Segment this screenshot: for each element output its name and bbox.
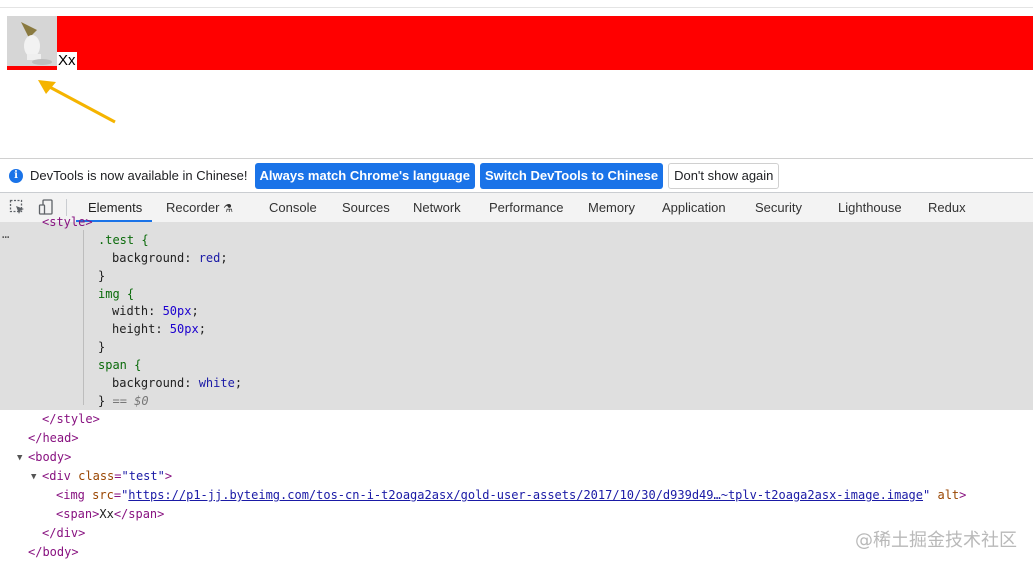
css-decl-bg-red: background: red;: [112, 249, 228, 267]
tab-application[interactable]: Application: [662, 193, 726, 222]
figure-image: [7, 16, 57, 66]
body-close-text: </body>: [28, 545, 79, 559]
flask-icon: ⚗: [223, 203, 233, 215]
css-rule-img: img {: [98, 285, 134, 303]
tab-console[interactable]: Console: [269, 193, 317, 222]
css-close-1: }: [98, 269, 106, 283]
span-tag-line[interactable]: <span>Xx</span>: [56, 505, 164, 523]
css-img-selector: img {: [98, 287, 135, 301]
test-div: Xx: [7, 16, 1033, 70]
div-tag-name: <div: [42, 469, 71, 483]
expand-body-triangle[interactable]: ▼: [17, 453, 22, 463]
img-tag-line[interactable]: <img src= "https://p1-jj.byteimg.com/tos-…: [56, 486, 966, 504]
body-open-text: <body>: [28, 450, 72, 464]
css-decl-height: height: 50px;: [112, 320, 206, 338]
css-value: 50px: [169, 322, 199, 336]
css-close-2: }: [98, 340, 106, 354]
more-options-icon[interactable]: ⋯: [2, 230, 9, 244]
infobar-message: DevTools is now available in Chinese!: [30, 168, 248, 183]
elements-dom-tree: ⋯ <style> .test { background: red; } img…: [0, 215, 1033, 568]
tab-recorder[interactable]: Recorder ⚗: [166, 193, 233, 222]
info-icon: i: [9, 168, 23, 183]
css-prop: width:: [112, 304, 163, 318]
css-close-3: } == $0: [98, 392, 149, 410]
div-class-value: "test": [121, 469, 165, 483]
css-value: 50px: [162, 304, 192, 318]
img-src-link[interactable]: https://p1-jj.byteimg.com/tos-cn-i-t2oag…: [128, 488, 923, 502]
css-rule-test: .test {: [98, 231, 149, 249]
watermark: @稀土掘金技术社区: [855, 530, 1017, 551]
tab-redux[interactable]: Redux: [928, 193, 966, 222]
tab-recorder-label: Recorder: [166, 200, 220, 215]
equals: =: [114, 469, 122, 483]
equals: =: [113, 488, 122, 502]
tag-close: >: [164, 469, 173, 483]
switch-to-chinese-button[interactable]: Switch DevTools to Chinese: [479, 162, 664, 189]
body-open-tag[interactable]: <body>: [28, 448, 71, 466]
dont-show-again-button[interactable]: Don't show again: [668, 162, 780, 189]
selection-gutter: [83, 230, 84, 405]
devtools-tabbar: Elements Recorder ⚗ Console Sources Netw…: [0, 192, 1033, 223]
css-decl-bg-white: background: white;: [112, 374, 242, 392]
css-prop: background:: [112, 376, 199, 390]
style-open-text: <style>: [42, 215, 93, 229]
css-prop: background:: [112, 251, 199, 265]
semicolon: ;: [191, 304, 199, 318]
expand-div-triangle[interactable]: ▼: [31, 472, 36, 482]
page-viewport: Xx: [0, 8, 1033, 158]
test-span: Xx: [57, 52, 77, 70]
head-close-text: </head>: [28, 431, 79, 445]
css-decl-width: width: 50px;: [112, 302, 199, 320]
img-tag-name: <img: [56, 488, 85, 502]
head-close-tag[interactable]: </head>: [28, 429, 79, 447]
selected-node-marker: == $0: [112, 394, 149, 408]
semicolon: ;: [220, 251, 228, 265]
div-close-tag[interactable]: </div>: [42, 524, 85, 542]
css-rule-span: span {: [98, 356, 141, 374]
css-test-selector: .test {: [98, 233, 149, 247]
css-value: red: [198, 251, 221, 265]
div-close-text: </div>: [42, 526, 86, 540]
annotation-arrow: [38, 80, 116, 124]
style-open-tag[interactable]: <style>: [42, 213, 93, 231]
tag-close: >: [959, 488, 967, 502]
span-close-text: </span>: [113, 507, 165, 521]
semicolon: ;: [198, 322, 206, 336]
style-close-tag[interactable]: </style>: [42, 410, 100, 428]
span-text-node: Xx: [99, 507, 114, 521]
inspect-element-icon[interactable]: [9, 199, 25, 215]
css-value: white: [198, 376, 235, 390]
img-alt-attr: alt: [937, 488, 960, 502]
span-open-text: <span>: [56, 507, 100, 521]
img-src-attr: src: [92, 488, 114, 502]
semicolon: ;: [234, 376, 243, 390]
tab-memory[interactable]: Memory: [588, 193, 635, 222]
red-underline: [7, 66, 57, 70]
div-open-tag[interactable]: <div class="test">: [42, 467, 172, 485]
tab-security[interactable]: Security: [755, 193, 802, 222]
div-class-attr: class: [78, 469, 115, 483]
match-language-button[interactable]: Always match Chrome's language: [254, 162, 475, 189]
tab-elements[interactable]: Elements: [88, 193, 142, 222]
css-prop: height:: [112, 322, 170, 336]
css-close-brace: }: [98, 394, 106, 408]
devtools-infobar: i DevTools is now available in Chinese! …: [0, 158, 1033, 192]
quote: ": [923, 488, 931, 502]
tab-performance[interactable]: Performance: [489, 193, 563, 222]
tab-lighthouse[interactable]: Lighthouse: [838, 193, 902, 222]
style-close-text: </style>: [42, 412, 100, 426]
body-close-tag[interactable]: </body>: [28, 543, 79, 561]
tab-network[interactable]: Network: [413, 193, 461, 222]
css-span-selector: span {: [98, 358, 142, 372]
tab-sources[interactable]: Sources: [342, 193, 390, 222]
